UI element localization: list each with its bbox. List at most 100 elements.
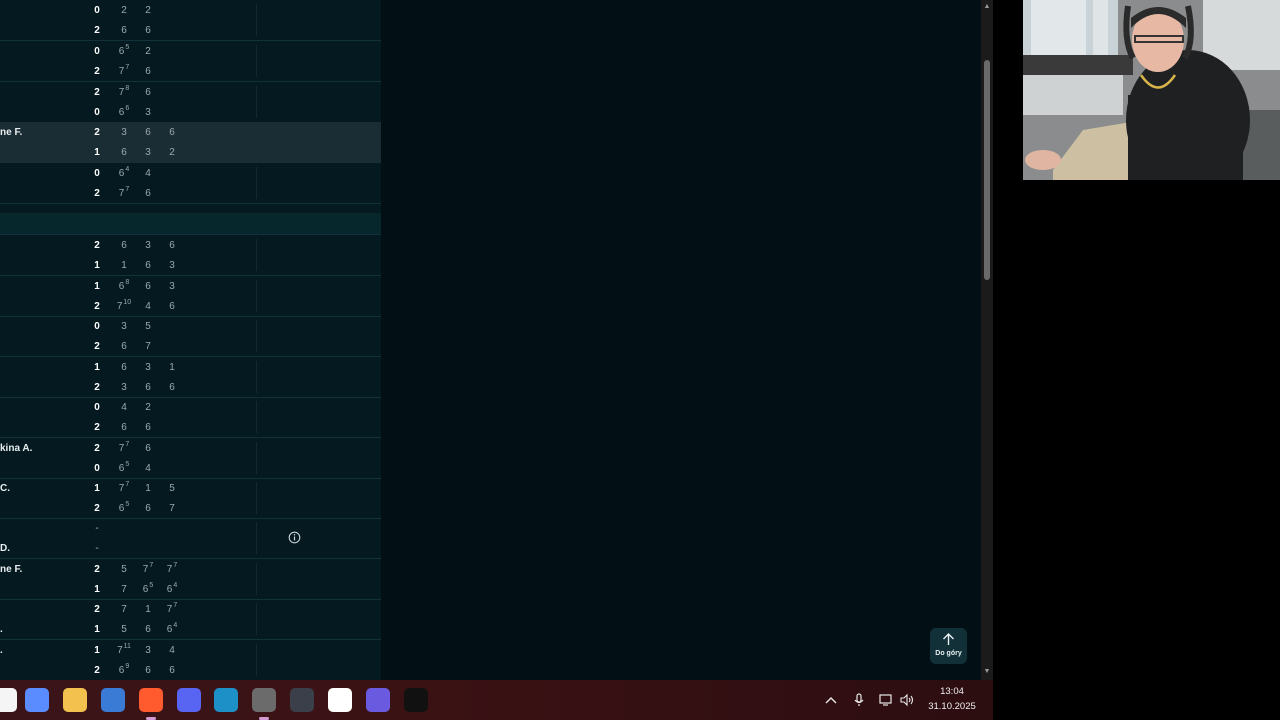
store-icon[interactable] bbox=[101, 688, 125, 712]
sets-won-total: 2 bbox=[94, 604, 100, 615]
match-row[interactable]: 0 65 2 2 77 6 bbox=[0, 41, 381, 82]
set-games: 3 bbox=[169, 260, 175, 271]
set-score: 66 bbox=[115, 103, 133, 123]
volume-icon[interactable] bbox=[899, 692, 915, 708]
match-row[interactable]: 2 6 3 6 1 1 6 3 bbox=[0, 235, 381, 276]
match-row[interactable]: 0 4 2 2 6 6 bbox=[0, 397, 381, 438]
tiebreak-score: 6 bbox=[125, 105, 130, 112]
set-games: 2 bbox=[145, 5, 151, 16]
explorer-app-icon[interactable] bbox=[0, 688, 17, 712]
match-row[interactable]: 16312366 bbox=[0, 357, 381, 398]
set-score: 6 bbox=[163, 236, 181, 256]
tiebreak-score: 11 bbox=[123, 643, 131, 650]
player-name: kina A. bbox=[0, 443, 33, 454]
set-score: 7 bbox=[115, 600, 133, 620]
taskbar-clock[interactable]: 13:04 31.10.2025 bbox=[922, 684, 982, 714]
match-row[interactable]: 1 68 6 3 2 710 4 6 bbox=[0, 276, 381, 317]
brave-browser-icon[interactable] bbox=[139, 688, 163, 712]
set-score: 6 bbox=[115, 143, 133, 163]
set-score: 6 bbox=[139, 123, 157, 143]
set-games: 3 bbox=[145, 107, 151, 118]
screen-recorder-icon[interactable] bbox=[366, 688, 390, 712]
clock-date: 31.10.2025 bbox=[928, 701, 976, 712]
set-score: 711 bbox=[115, 641, 133, 661]
tiebreak-score: 7 bbox=[125, 64, 130, 71]
set-games: 6 bbox=[121, 25, 127, 36]
tiebreak-score: 7 bbox=[173, 602, 178, 609]
player-name: C. bbox=[0, 483, 10, 494]
player-row: 1 1 6 3 bbox=[0, 256, 381, 276]
scroll-to-top-button[interactable]: Do góry bbox=[930, 628, 967, 664]
player-row: 1631 bbox=[0, 358, 381, 378]
obs-studio-icon[interactable] bbox=[252, 688, 276, 712]
tournament-header-row[interactable] bbox=[0, 213, 381, 235]
set-score: 77 bbox=[163, 560, 181, 580]
windows-taskbar: 13:04 31.10.2025 bbox=[0, 680, 993, 720]
set-score: 4 bbox=[115, 398, 133, 418]
webcam-overlay bbox=[1023, 0, 1280, 180]
match-row[interactable]: . 1 711 3 4 2 69 6 6 bbox=[0, 640, 381, 680]
set-score: 6 bbox=[139, 418, 157, 438]
set-score: 710 bbox=[115, 297, 133, 317]
copilot-icon[interactable] bbox=[25, 688, 49, 712]
match-row[interactable]: 0 3 5 2 6 7 bbox=[0, 316, 381, 357]
file-explorer-icon[interactable] bbox=[63, 688, 87, 712]
set-games: 2 bbox=[121, 5, 127, 16]
page-scrollbar[interactable]: ▲ ▼ bbox=[981, 0, 993, 680]
player-row: 2 710 4 6 bbox=[0, 297, 381, 317]
tiktok-icon[interactable] bbox=[404, 688, 428, 712]
tiebreak-score: 7 bbox=[125, 186, 130, 193]
match-row[interactable]: 2 78 6 0 66 3 bbox=[0, 82, 381, 123]
set-score: 65 bbox=[139, 580, 157, 600]
davinci-resolve-icon[interactable] bbox=[290, 688, 314, 712]
capcut-icon[interactable] bbox=[328, 688, 352, 712]
match-row[interactable]: kina A. 2 77 6 0 65 4 bbox=[0, 438, 381, 479]
set-games: 6 bbox=[145, 382, 151, 393]
set-games: 6 bbox=[145, 87, 151, 98]
set-score: 3 bbox=[139, 236, 157, 256]
player-row: 2 6 3 6 bbox=[0, 236, 381, 256]
player-row: 0 2 2 bbox=[0, 1, 381, 21]
match-row[interactable]: 2 7 1 77. 1 5 6 64 bbox=[0, 599, 381, 640]
set-games: 2 bbox=[145, 402, 151, 413]
set-games: 7 bbox=[116, 301, 123, 312]
match-row[interactable]: 0 2 2 2 6 6 bbox=[0, 0, 381, 41]
match-row[interactable]: ne F. 2 5 77 77 1 7 65 64 bbox=[0, 559, 381, 600]
sets-won-total: 2 bbox=[94, 503, 100, 514]
match-row[interactable]: - D. - bbox=[0, 518, 381, 559]
match-row[interactable]: C. 1 77 1 5 2 65 6 7 bbox=[0, 478, 381, 519]
discord-icon[interactable] bbox=[177, 688, 201, 712]
network-icon[interactable] bbox=[878, 692, 894, 708]
set-games: 3 bbox=[121, 382, 127, 393]
arrow-up-icon bbox=[943, 633, 954, 645]
set-score: 6 bbox=[139, 256, 157, 276]
scroll-down-arrow-icon[interactable]: ▼ bbox=[983, 668, 991, 676]
set-games: 6 bbox=[121, 341, 127, 352]
scrollbar-thumb[interactable] bbox=[984, 60, 990, 280]
sets-won-total: 2 bbox=[94, 25, 100, 36]
steam-icon[interactable] bbox=[214, 688, 238, 712]
set-score: 3 bbox=[139, 358, 157, 378]
set-games: 4 bbox=[145, 463, 151, 474]
match-row[interactable]: ne F. 2 3 6 6 1 6 3 2 bbox=[0, 122, 381, 163]
player-row: - bbox=[0, 519, 381, 539]
microphone-icon[interactable] bbox=[851, 692, 867, 708]
tiebreak-score: 8 bbox=[125, 279, 130, 286]
match-row[interactable]: 0 64 4 2 77 6 bbox=[0, 163, 381, 204]
sets-won-total: 2 bbox=[94, 240, 100, 251]
set-games: 7 bbox=[118, 443, 125, 454]
player-row: 2 77 6 bbox=[0, 62, 381, 82]
chevron-up-icon[interactable] bbox=[823, 692, 839, 708]
set-games: 7 bbox=[142, 564, 149, 575]
set-games: 6 bbox=[169, 665, 175, 676]
tiebreak-score: 4 bbox=[173, 622, 178, 629]
set-score: 6 bbox=[139, 439, 157, 459]
set-score: 1 bbox=[139, 479, 157, 499]
set-score: 64 bbox=[163, 580, 181, 600]
scroll-up-arrow-icon[interactable]: ▲ bbox=[983, 3, 991, 11]
info-icon[interactable] bbox=[288, 531, 301, 544]
set-games: 7 bbox=[118, 188, 125, 199]
tiebreak-score: 4 bbox=[125, 166, 130, 173]
player-row: 0 64 4 bbox=[0, 164, 381, 184]
sets-won-total: 2 bbox=[94, 87, 100, 98]
